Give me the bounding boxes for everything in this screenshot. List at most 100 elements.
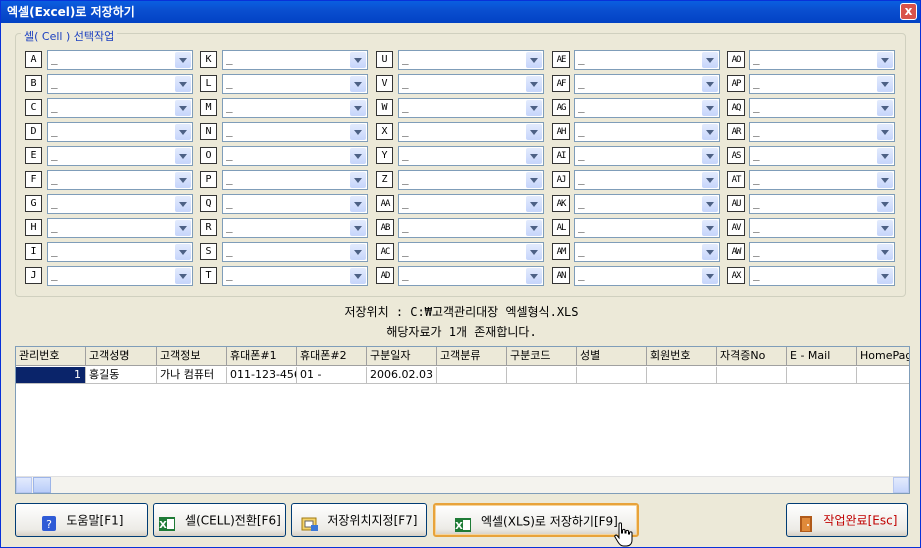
grid-column-header[interactable]: 관리번호 xyxy=(16,347,86,366)
grid-cell[interactable] xyxy=(437,367,507,384)
chevron-down-icon[interactable] xyxy=(350,244,366,260)
grid-column-header[interactable]: 고객정보 xyxy=(157,347,227,366)
chevron-down-icon[interactable] xyxy=(877,220,893,236)
cell-mapping-select-ag[interactable]: _ xyxy=(574,98,720,118)
chevron-down-icon[interactable] xyxy=(526,100,542,116)
cell-mapping-select-at[interactable]: _ xyxy=(749,170,895,190)
chevron-down-icon[interactable] xyxy=(526,52,542,68)
chevron-down-icon[interactable] xyxy=(350,268,366,284)
chevron-down-icon[interactable] xyxy=(702,220,718,236)
chevron-down-icon[interactable] xyxy=(350,52,366,68)
cell-convert-button[interactable]: X 셀(CELL)전환[F6] xyxy=(153,503,286,537)
grid-cell[interactable] xyxy=(857,367,909,384)
cell-mapping-select-ab[interactable]: _ xyxy=(398,218,544,238)
cell-mapping-select-ak[interactable]: _ xyxy=(574,194,720,214)
grid-column-header[interactable]: 고객분류 xyxy=(437,347,507,366)
chevron-down-icon[interactable] xyxy=(526,220,542,236)
customer-data-grid[interactable]: 관리번호 고객성명 고객정보 휴대폰#1 휴대폰#2 구분일자 고객분류 구분코드 성별 회원번호… xyxy=(15,346,910,494)
chevron-down-icon[interactable] xyxy=(175,76,191,92)
cell-mapping-select-q[interactable]: _ xyxy=(222,194,368,214)
cell-mapping-select-al[interactable]: _ xyxy=(574,218,720,238)
cell-mapping-select-ar[interactable]: _ xyxy=(749,122,895,142)
cell-mapping-select-x[interactable]: _ xyxy=(398,122,544,142)
chevron-down-icon[interactable] xyxy=(350,172,366,188)
chevron-down-icon[interactable] xyxy=(702,52,718,68)
cell-mapping-select-s[interactable]: _ xyxy=(222,242,368,262)
chevron-down-icon[interactable] xyxy=(350,148,366,164)
grid-cell[interactable] xyxy=(647,367,717,384)
horizontal-scrollbar[interactable] xyxy=(16,476,909,493)
chevron-down-icon[interactable] xyxy=(175,52,191,68)
cell-mapping-select-a[interactable]: _ xyxy=(47,50,193,70)
scroll-thumb[interactable] xyxy=(33,477,51,493)
chevron-down-icon[interactable] xyxy=(175,172,191,188)
cell-mapping-select-av[interactable]: _ xyxy=(749,218,895,238)
cell-mapping-select-e[interactable]: _ xyxy=(47,146,193,166)
cell-mapping-select-aq[interactable]: _ xyxy=(749,98,895,118)
chevron-down-icon[interactable] xyxy=(350,76,366,92)
grid-cell[interactable] xyxy=(717,367,787,384)
chevron-down-icon[interactable] xyxy=(702,196,718,212)
help-button[interactable]: ? 도움말[F1] xyxy=(15,503,148,537)
chevron-down-icon[interactable] xyxy=(526,76,542,92)
chevron-down-icon[interactable] xyxy=(175,148,191,164)
chevron-down-icon[interactable] xyxy=(877,196,893,212)
chevron-down-icon[interactable] xyxy=(175,268,191,284)
scroll-right-button[interactable] xyxy=(893,477,909,493)
cell-mapping-select-ah[interactable]: _ xyxy=(574,122,720,142)
grid-column-header[interactable]: 성별 xyxy=(577,347,647,366)
scroll-left-button[interactable] xyxy=(16,477,32,493)
chevron-down-icon[interactable] xyxy=(526,196,542,212)
cell-mapping-select-v[interactable]: _ xyxy=(398,74,544,94)
cell-mapping-select-ap[interactable]: _ xyxy=(749,74,895,94)
chevron-down-icon[interactable] xyxy=(175,100,191,116)
cell-mapping-select-ac[interactable]: _ xyxy=(398,242,544,262)
cell-mapping-select-f[interactable]: _ xyxy=(47,170,193,190)
grid-cell[interactable] xyxy=(507,367,577,384)
cell-mapping-select-m[interactable]: _ xyxy=(222,98,368,118)
cell-mapping-select-g[interactable]: _ xyxy=(47,194,193,214)
grid-column-header[interactable]: 고객성명 xyxy=(86,347,157,366)
cell-mapping-select-ai[interactable]: _ xyxy=(574,146,720,166)
chevron-down-icon[interactable] xyxy=(877,172,893,188)
chevron-down-icon[interactable] xyxy=(702,100,718,116)
chevron-down-icon[interactable] xyxy=(526,124,542,140)
cell-mapping-select-o[interactable]: _ xyxy=(222,146,368,166)
cell-mapping-select-r[interactable]: _ xyxy=(222,218,368,238)
cell-mapping-select-d[interactable]: _ xyxy=(47,122,193,142)
cell-mapping-select-l[interactable]: _ xyxy=(222,74,368,94)
cell-mapping-select-aa[interactable]: _ xyxy=(398,194,544,214)
chevron-down-icon[interactable] xyxy=(702,244,718,260)
finish-button[interactable]: 작업완료[Esc] xyxy=(786,503,908,537)
chevron-down-icon[interactable] xyxy=(702,124,718,140)
chevron-down-icon[interactable] xyxy=(175,244,191,260)
chevron-down-icon[interactable] xyxy=(877,148,893,164)
chevron-down-icon[interactable] xyxy=(877,76,893,92)
grid-cell[interactable]: 홍길동 xyxy=(86,367,157,384)
grid-column-header[interactable]: 자격증No xyxy=(717,347,787,366)
chevron-down-icon[interactable] xyxy=(526,148,542,164)
grid-column-header[interactable]: E - Mail xyxy=(787,347,857,366)
chevron-down-icon[interactable] xyxy=(350,220,366,236)
chevron-down-icon[interactable] xyxy=(877,124,893,140)
set-save-location-button[interactable]: 저장위치지정[F7] xyxy=(291,503,427,537)
grid-cell[interactable]: 011-123-456 xyxy=(227,367,297,384)
cell-mapping-select-y[interactable]: _ xyxy=(398,146,544,166)
cell-mapping-select-af[interactable]: _ xyxy=(574,74,720,94)
chevron-down-icon[interactable] xyxy=(350,100,366,116)
grid-column-header[interactable]: 구분코드 xyxy=(507,347,577,366)
grid-column-header[interactable]: 휴대폰#2 xyxy=(297,347,367,366)
title-bar[interactable]: 엑셀(Excel)로 저장하기 x xyxy=(1,1,920,23)
cell-mapping-select-aw[interactable]: _ xyxy=(749,242,895,262)
chevron-down-icon[interactable] xyxy=(702,76,718,92)
grid-cell[interactable]: 1 xyxy=(16,367,86,384)
cell-mapping-select-i[interactable]: _ xyxy=(47,242,193,262)
close-button[interactable]: x xyxy=(900,3,917,20)
cell-mapping-select-as[interactable]: _ xyxy=(749,146,895,166)
grid-cell[interactable]: 2006.02.03 xyxy=(367,367,437,384)
chevron-down-icon[interactable] xyxy=(526,268,542,284)
chevron-down-icon[interactable] xyxy=(877,100,893,116)
grid-column-header[interactable]: 구분일자 xyxy=(367,347,437,366)
grid-cell[interactable]: 가나 컴퓨터 xyxy=(157,367,227,384)
chevron-down-icon[interactable] xyxy=(877,268,893,284)
